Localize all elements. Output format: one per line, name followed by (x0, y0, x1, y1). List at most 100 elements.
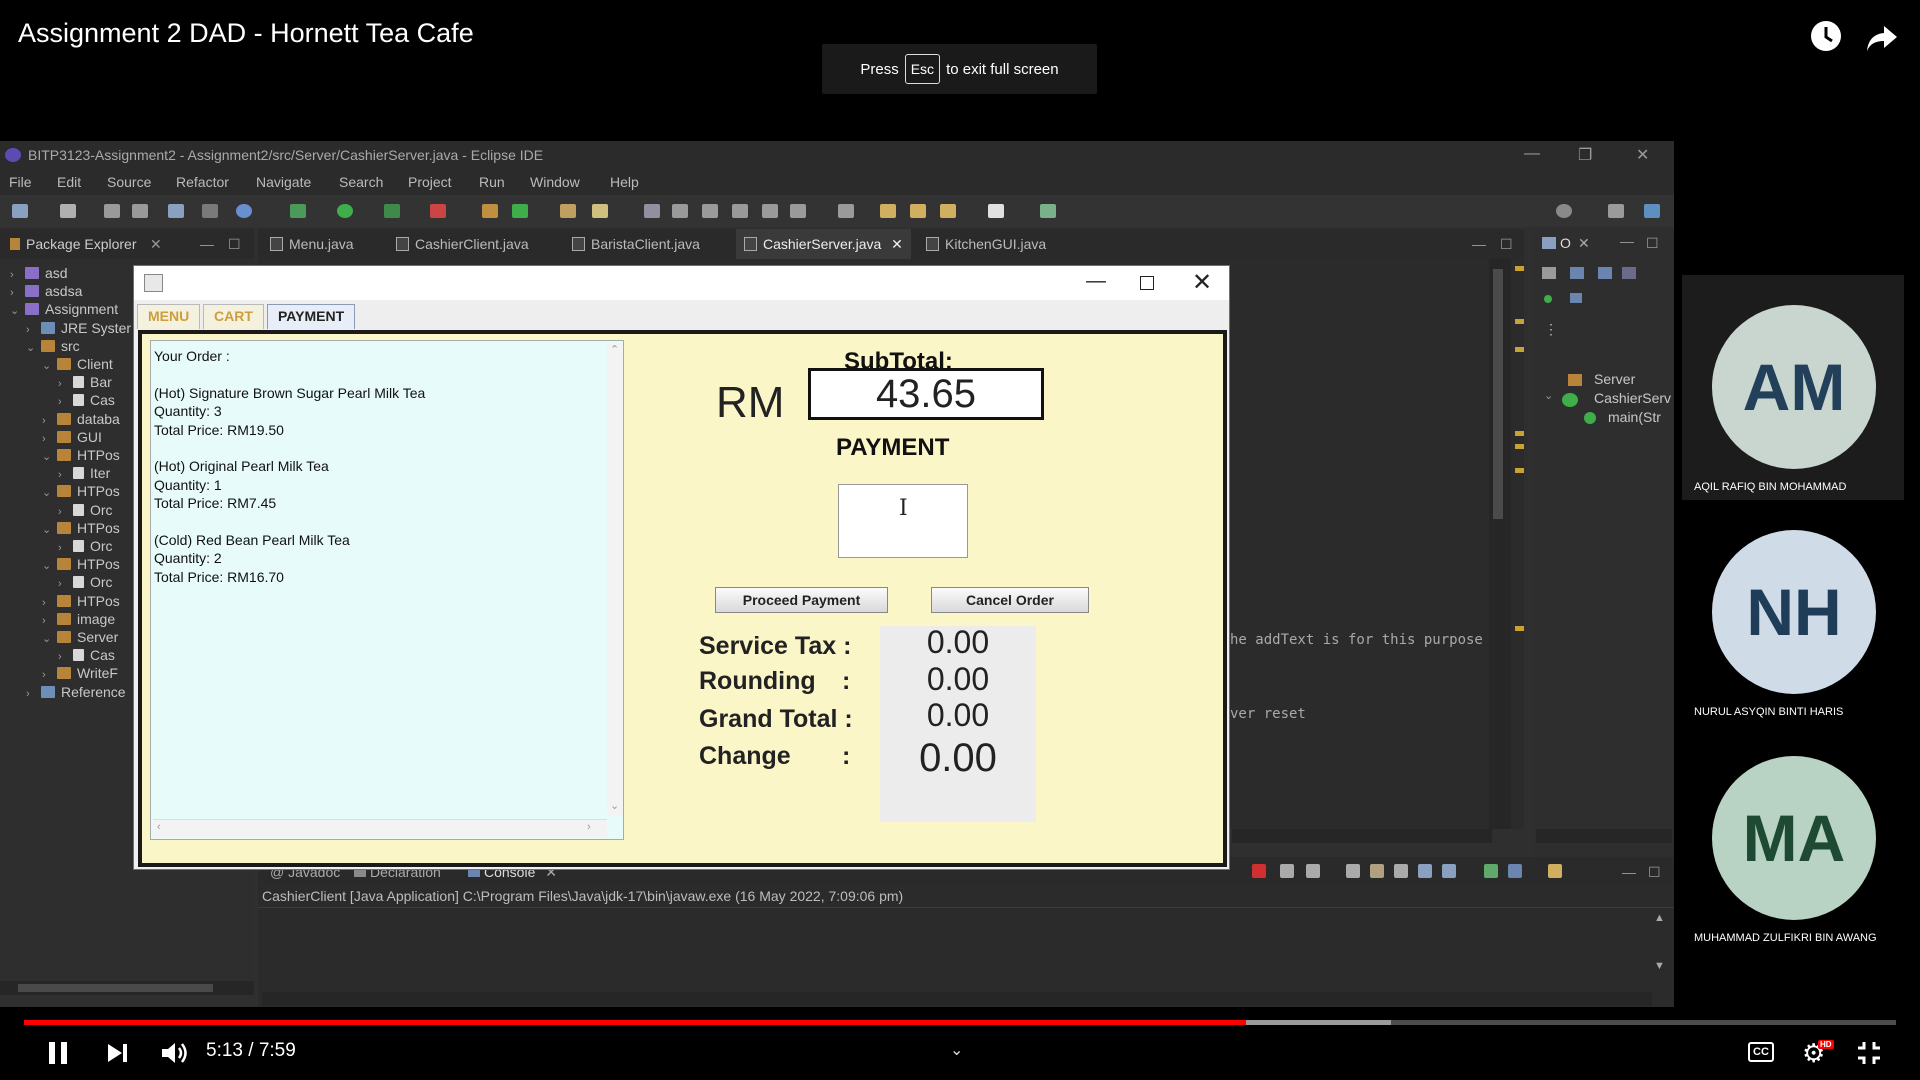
search-tool-icon[interactable] (592, 204, 608, 218)
hide-fields-icon[interactable] (1598, 267, 1612, 279)
terminal-icon[interactable] (168, 204, 184, 218)
exit-fullscreen-icon[interactable] (1856, 1040, 1882, 1066)
tree-item[interactable]: › Orc (58, 502, 113, 518)
tree-item[interactable]: › JRE Syster (26, 320, 131, 336)
tree-item[interactable]: › Orc (58, 574, 113, 590)
tab-cashierclient-java[interactable]: CashierClient.java (388, 229, 537, 259)
maximize-editor-icon[interactable]: ☐ (1492, 229, 1521, 259)
watch-later-icon[interactable] (1808, 18, 1844, 54)
pilcrow-icon[interactable] (762, 204, 778, 218)
chevron-right-icon[interactable]: › (58, 469, 70, 481)
whitespace-icon[interactable] (732, 204, 748, 218)
cancel-order-button[interactable]: Cancel Order (931, 587, 1089, 613)
filter-icon[interactable] (1544, 295, 1552, 303)
minimize-view-icon[interactable]: — (200, 236, 214, 252)
order-hscrollbar[interactable]: ‹ › (153, 819, 607, 837)
overview-marker[interactable] (1515, 626, 1524, 631)
share-icon[interactable] (1864, 20, 1900, 56)
console-hscrollbar[interactable] (262, 992, 1652, 1006)
outline-item[interactable]: main(Str (1608, 409, 1661, 425)
toggle-mark-icon[interactable] (644, 204, 660, 218)
menu-source[interactable]: Source (107, 174, 151, 190)
sort-icon[interactable] (1570, 267, 1584, 279)
tab-cart[interactable]: CART (203, 304, 264, 329)
chevron-down-icon[interactable]: ⌄ (1544, 389, 1553, 402)
chevron-down-icon[interactable]: ⌄ (26, 341, 38, 354)
editor-vscrollbar[interactable] (1489, 259, 1511, 829)
participant-tile[interactable]: AM AQIL RAFIQ BIN MOHAMMAD (1682, 275, 1904, 500)
maximize-view-icon[interactable]: ☐ (228, 236, 241, 253)
chevron-right-icon[interactable]: › (58, 506, 70, 518)
tab-kitchengui-java[interactable]: KitchenGUI.java (918, 229, 1054, 259)
nav-back-icon[interactable] (940, 204, 956, 218)
maximize-view-icon[interactable]: ☐ (1648, 864, 1661, 881)
tree-item[interactable]: › Cas (58, 392, 115, 408)
chevron-right-icon[interactable]: › (42, 415, 54, 427)
tree-item[interactable]: › Cas (58, 647, 115, 663)
remove-all-icon[interactable] (1306, 864, 1320, 878)
view-menu-icon[interactable]: ⋮ (1544, 321, 1558, 338)
chevron-down-icon[interactable]: ⌄ (42, 559, 54, 572)
maximize-icon[interactable] (1140, 276, 1154, 290)
save-all-icon[interactable] (132, 204, 148, 218)
pause-icon[interactable] (46, 1040, 70, 1066)
java-perspective-icon[interactable] (1644, 204, 1660, 218)
tree-item[interactable]: ⌄ Server (42, 629, 118, 645)
close-icon[interactable]: ✕ (1192, 268, 1212, 297)
chevron-right-icon[interactable]: › (58, 378, 70, 390)
tree-item[interactable]: ⌄ HTPos (42, 520, 120, 536)
run-icon[interactable] (337, 204, 353, 218)
tree-item[interactable]: › databa (42, 411, 120, 427)
menu-refactor[interactable]: Refactor (176, 174, 229, 190)
terminate-icon[interactable] (1252, 864, 1266, 878)
chevron-right-icon[interactable]: › (10, 287, 22, 299)
remove-launch-icon[interactable] (1280, 864, 1294, 878)
tree-item[interactable]: ⌄ Client (42, 356, 113, 372)
new-class-icon[interactable] (512, 204, 528, 218)
back-icon[interactable] (880, 204, 896, 218)
tree-item[interactable]: › Iter (58, 465, 110, 481)
save-icon[interactable] (104, 204, 120, 218)
outline-item[interactable]: Server (1594, 371, 1635, 387)
new-icon[interactable] (12, 204, 28, 218)
chevron-right-icon[interactable]: › (42, 597, 54, 609)
clear-console-icon[interactable] (1346, 864, 1360, 878)
search-icon[interactable] (1556, 204, 1572, 218)
tab-menu[interactable]: MENU (137, 304, 201, 329)
tree-item[interactable]: › Orc (58, 538, 113, 554)
chevron-down-icon[interactable]: ⌄ (42, 450, 54, 463)
chevron-down-icon[interactable]: ⌄ (10, 304, 22, 317)
skip-breakpoints-icon[interactable] (202, 204, 218, 218)
overview-marker[interactable] (1515, 319, 1524, 324)
minimize-icon[interactable]: — (1524, 145, 1540, 163)
order-summary-textarea[interactable]: Your Order : (Hot) Signature Brown Sugar… (150, 340, 624, 840)
minimize-editor-icon[interactable]: — (1464, 229, 1494, 259)
minimize-view-icon[interactable]: — (1620, 233, 1634, 249)
menu-search[interactable]: Search (339, 174, 383, 190)
next-icon[interactable] (106, 1042, 130, 1064)
close-icon[interactable]: ✕ (1578, 235, 1590, 252)
open-console-icon[interactable] (1548, 864, 1562, 878)
subtitles-icon[interactable]: CC (1748, 1042, 1774, 1062)
volume-icon[interactable] (160, 1040, 188, 1066)
tree-item[interactable]: ⌄ src (26, 338, 80, 354)
tab-payment[interactable]: PAYMENT (267, 304, 356, 329)
tree-item[interactable]: › asd (10, 265, 68, 281)
close-icon[interactable]: ✕ (150, 236, 162, 253)
coverage-icon[interactable] (384, 204, 400, 218)
menu-window[interactable]: Window (530, 174, 580, 190)
collapse-all-icon[interactable] (1542, 267, 1556, 279)
chevron-right-icon[interactable]: › (42, 615, 54, 627)
forward-icon[interactable] (910, 204, 926, 218)
chevron-right-icon[interactable]: › (58, 578, 70, 590)
menu-help[interactable]: Help (610, 174, 639, 190)
web-browser-icon[interactable] (236, 204, 252, 218)
nav-forward-icon[interactable] (988, 204, 1004, 218)
show-on-error-icon[interactable] (1442, 864, 1456, 878)
order-vscrollbar[interactable]: ⌃ ⌄ (607, 343, 623, 815)
close-icon[interactable]: ✕ (891, 236, 903, 252)
overview-marker[interactable] (1515, 266, 1524, 271)
tree-item[interactable]: › HTPos (42, 593, 120, 609)
external-tools-icon[interactable] (430, 204, 446, 218)
menu-navigate[interactable]: Navigate (256, 174, 311, 190)
